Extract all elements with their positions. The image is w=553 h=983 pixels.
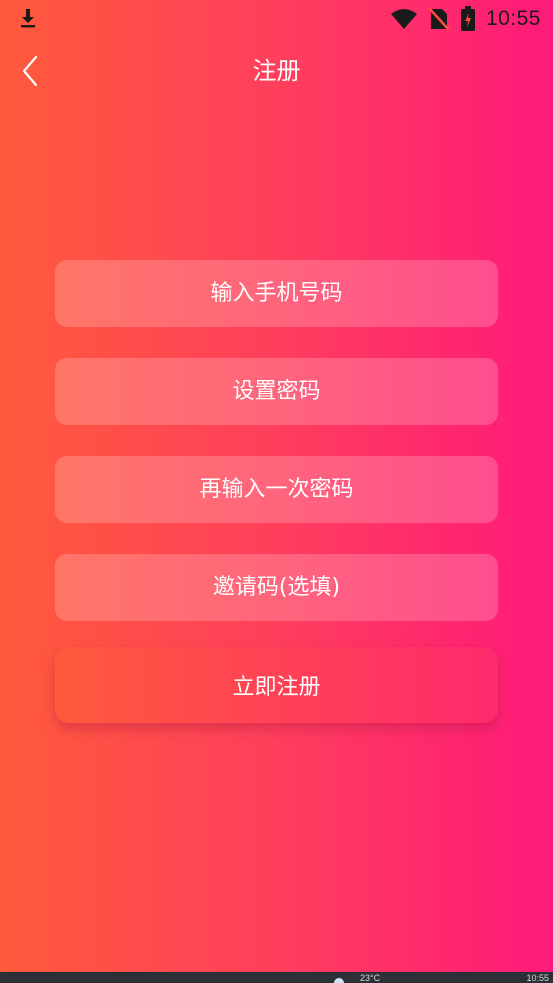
status-bar: 10:55 bbox=[0, 0, 553, 38]
download-icon bbox=[21, 9, 35, 28]
no-sim-icon bbox=[428, 7, 450, 31]
register-form: 立即注册 bbox=[55, 260, 498, 723]
header: 注册 bbox=[0, 44, 553, 98]
taskbar-clock: 10:55 bbox=[526, 973, 549, 983]
weather-icon bbox=[334, 978, 344, 983]
phone-input[interactable] bbox=[55, 260, 498, 327]
password-input[interactable] bbox=[55, 358, 498, 425]
register-screen: 10:55 注册 立即注册 23°C 10:55 bbox=[0, 0, 553, 983]
page-title: 注册 bbox=[252, 57, 301, 85]
battery-charging-icon bbox=[460, 6, 475, 31]
wifi-icon bbox=[390, 9, 417, 29]
status-icons: 10:55 bbox=[390, 4, 541, 34]
confirm-password-input[interactable] bbox=[55, 456, 498, 523]
status-time: 10:55 bbox=[485, 7, 541, 30]
taskbar: 23°C 10:55 bbox=[0, 972, 553, 983]
register-button[interactable]: 立即注册 bbox=[55, 647, 498, 723]
taskbar-temperature: 23°C bbox=[360, 973, 381, 983]
invite-code-input[interactable] bbox=[55, 554, 498, 621]
